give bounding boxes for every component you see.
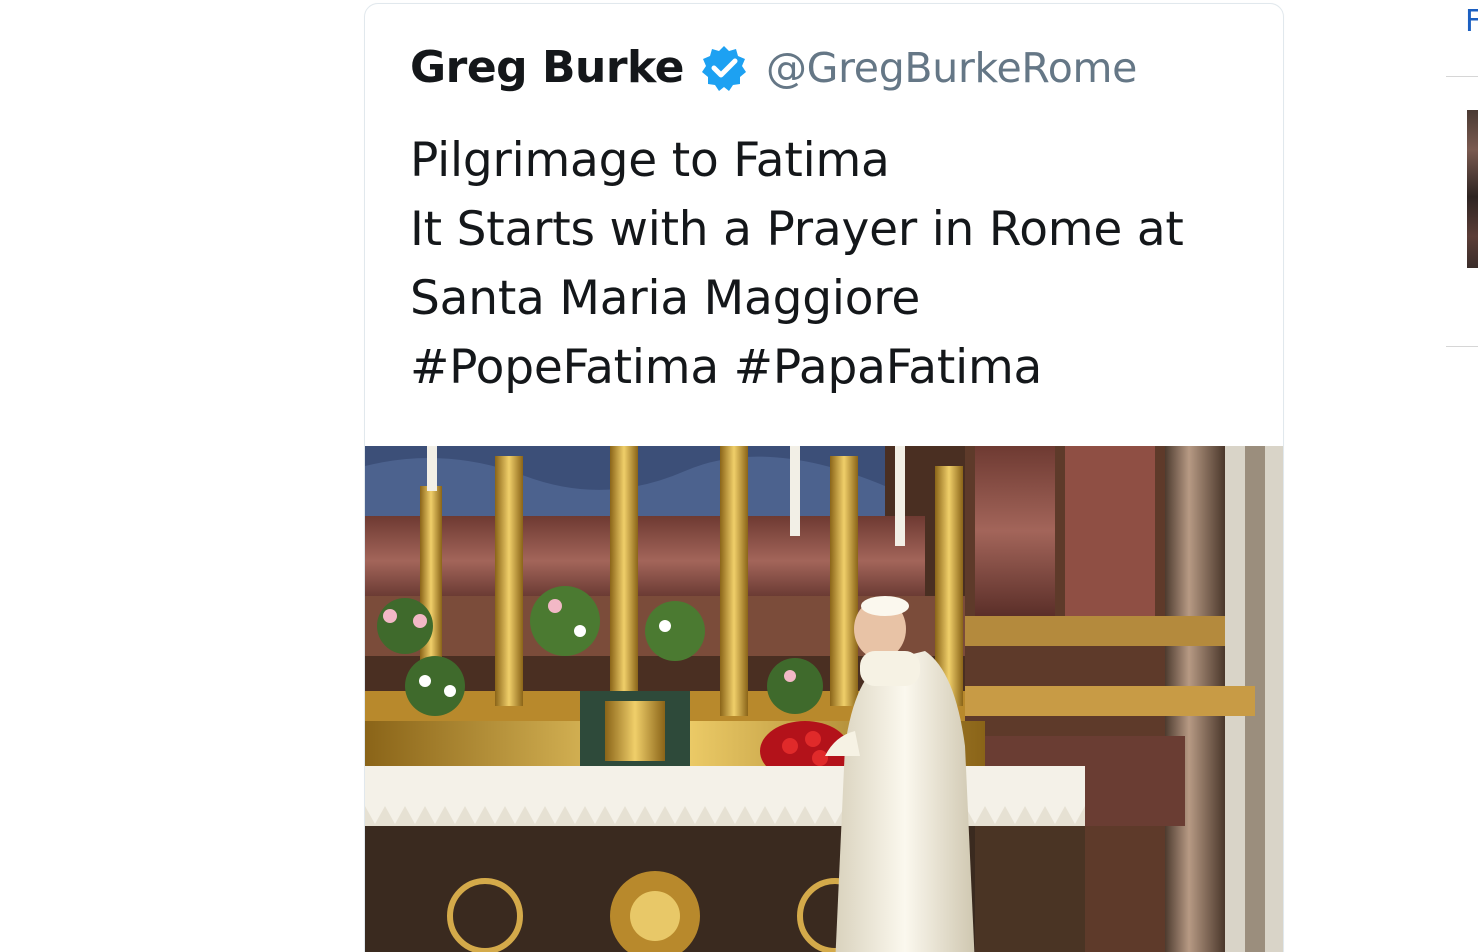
- tweet-header: Greg Burke @GregBurkeRome: [410, 42, 1137, 93]
- sidebar-divider: [1446, 346, 1478, 347]
- tweet-text-line: It Starts with a Prayer in Rome at: [410, 202, 1184, 257]
- photo-pope-praying-at-altar: [365, 446, 1283, 952]
- sidebar-link-fragment[interactable]: F: [1465, 4, 1478, 39]
- tweet-text-line: Pilgrimage to Fatima: [410, 133, 890, 188]
- verified-badge-icon: [700, 44, 748, 92]
- sidebar-thumbnail-image[interactable]: [1467, 110, 1478, 268]
- tweet-text: Pilgrimage to Fatima It Starts with a Pr…: [410, 126, 1260, 402]
- embedded-tweet-card[interactable]: Greg Burke @GregBurkeRome Pilgrimage to …: [364, 3, 1284, 952]
- tweet-photo[interactable]: [365, 446, 1283, 952]
- tweet-text-line: Santa Maria Maggiore: [410, 271, 921, 326]
- author-handle[interactable]: @GregBurkeRome: [766, 44, 1137, 92]
- page: Greg Burke @GregBurkeRome Pilgrimage to …: [0, 0, 1478, 952]
- sidebar-divider: [1446, 76, 1478, 77]
- tweet-hashtags[interactable]: #PopeFatima #PapaFatima: [410, 333, 1260, 402]
- author-name[interactable]: Greg Burke: [410, 42, 684, 93]
